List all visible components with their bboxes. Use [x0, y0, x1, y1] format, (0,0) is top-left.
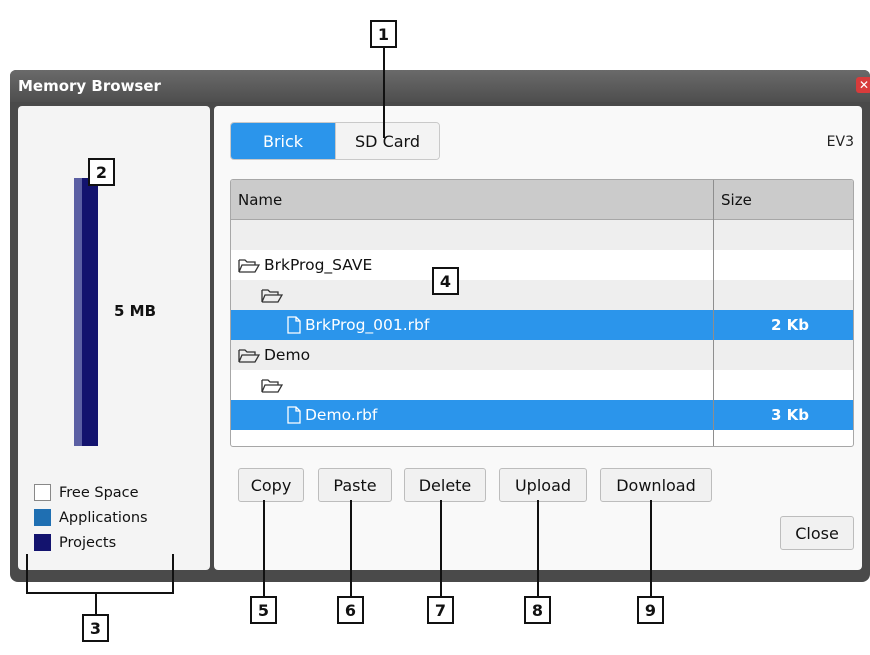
file-icon [287, 316, 301, 334]
legend-label: Projects [59, 534, 117, 551]
callout-3-bracket-bottom [26, 592, 174, 594]
callout-3-bracket-left [26, 554, 28, 594]
legend-applications: Applications [34, 505, 148, 530]
legend-free-space: Free Space [34, 480, 148, 505]
row-name: BrkProg_SAVE [238, 256, 372, 274]
file-icon [287, 406, 301, 424]
memory-usage-bar [74, 178, 98, 446]
folder-icon [238, 349, 260, 363]
table-row[interactable] [231, 280, 853, 310]
row-name [261, 377, 287, 393]
table-row[interactable] [231, 370, 853, 400]
row-name: Demo.rbf [287, 406, 377, 424]
legend-projects: Projects [34, 530, 148, 555]
title-bar[interactable]: Memory Browser ✕ [10, 70, 870, 102]
callout-4: 4 [432, 267, 459, 295]
file-table: Name Size BrkProg_SAVE BrkProg_001.rbf 2… [230, 179, 854, 447]
close-icon[interactable]: ✕ [856, 77, 870, 93]
projects-swatch [34, 534, 51, 551]
free-space-swatch [34, 484, 51, 501]
memory-total-label: 5 MB [114, 302, 157, 320]
table-row[interactable]: BrkProg_SAVE [231, 250, 853, 280]
callout-2: 2 [88, 158, 115, 186]
column-header-size[interactable]: Size [721, 191, 752, 209]
memory-legend: Free Space Applications Projects [34, 480, 148, 555]
storage-tabs: Brick SD Card [230, 122, 440, 160]
folder-icon [238, 259, 260, 273]
row-name-text: Demo.rbf [305, 406, 378, 424]
row-name-text: BrkProg_001.rbf [305, 316, 430, 334]
callout-9-line [650, 500, 652, 598]
row-name: Demo [238, 346, 310, 364]
callout-3: 3 [82, 614, 109, 642]
paste-button[interactable]: Paste [318, 468, 392, 502]
column-header-name[interactable]: Name [238, 191, 282, 209]
window-title: Memory Browser [18, 77, 161, 95]
upload-button[interactable]: Upload [499, 468, 587, 502]
callout-6-line [350, 500, 352, 598]
row-name: BrkProg_001.rbf [287, 316, 429, 334]
callout-5: 5 [250, 596, 277, 624]
column-divider [713, 180, 714, 446]
callout-7: 7 [427, 596, 454, 624]
row-size: 3 Kb [771, 406, 810, 424]
table-row-selected[interactable]: Demo.rbf 3 Kb [231, 400, 853, 430]
tab-brick[interactable]: Brick [231, 123, 335, 159]
device-label: EV3 [826, 134, 854, 150]
callout-8-line [537, 500, 539, 598]
applications-swatch [34, 509, 51, 526]
table-row[interactable]: Demo [231, 340, 853, 370]
projects-usage-fill [82, 178, 98, 446]
callout-5-line [263, 500, 265, 598]
folder-icon [261, 379, 283, 393]
callout-9: 9 [637, 596, 664, 624]
row-size: 2 Kb [771, 316, 810, 334]
delete-button[interactable]: Delete [404, 468, 486, 502]
row-name-text: Demo [264, 346, 311, 364]
callout-6: 6 [337, 596, 364, 624]
legend-label: Applications [59, 509, 148, 526]
row-name-text: BrkProg_SAVE [264, 256, 373, 274]
folder-icon [261, 289, 283, 303]
legend-label: Free Space [59, 484, 139, 501]
callout-8: 8 [524, 596, 551, 624]
callout-3-bracket-right [172, 554, 174, 594]
callout-1-line [383, 48, 385, 138]
table-row-selected[interactable]: BrkProg_001.rbf 2 Kb [231, 310, 853, 340]
tab-sd-card[interactable]: SD Card [335, 123, 439, 159]
close-button[interactable]: Close [780, 516, 854, 550]
table-header: Name Size [231, 180, 853, 220]
callout-7-line [440, 500, 442, 598]
callout-1: 1 [370, 20, 397, 48]
table-row[interactable] [231, 220, 853, 250]
callout-3-line [95, 592, 97, 616]
download-button[interactable]: Download [600, 468, 712, 502]
copy-button[interactable]: Copy [238, 468, 304, 502]
row-name [261, 287, 287, 303]
